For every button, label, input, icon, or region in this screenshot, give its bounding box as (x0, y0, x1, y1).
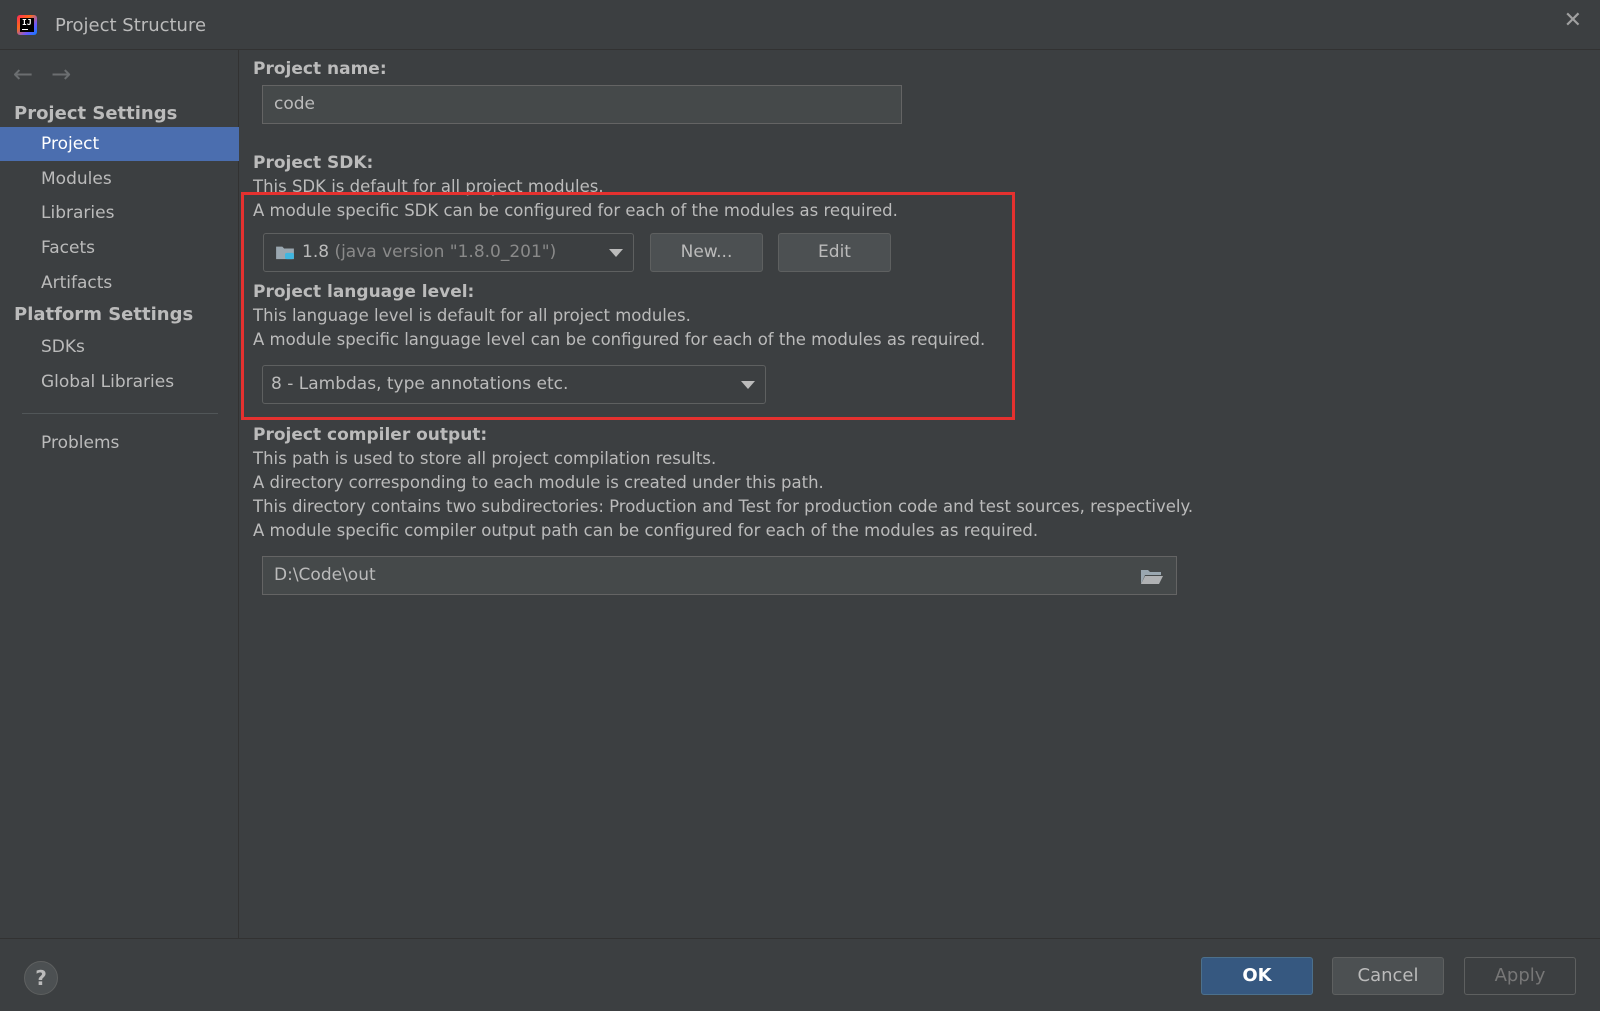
sidebar-item-global-libraries[interactable]: Global Libraries (0, 365, 239, 399)
help-icon[interactable]: ? (24, 961, 58, 995)
cancel-button[interactable]: Cancel (1332, 957, 1444, 995)
forward-arrow-icon[interactable]: → (51, 60, 71, 88)
compiler-output-desc-4: A module specific compiler output path c… (253, 521, 1039, 540)
footer-bar: ? OK Cancel Apply (0, 938, 1600, 1011)
compiler-output-desc-3: This directory contains two subdirectori… (253, 497, 1194, 516)
compiler-output-path-value: D:\Code\out (274, 565, 376, 585)
ok-button[interactable]: OK (1201, 957, 1313, 995)
apply-button[interactable]: Apply (1464, 957, 1576, 995)
window-title: Project Structure (55, 15, 207, 36)
sidebar-divider (22, 413, 218, 414)
sidebar-item-modules[interactable]: Modules (0, 162, 239, 196)
project-structure-dialog: IJ Project Structure ✕ ← → Project Setti… (0, 0, 1600, 1011)
project-sdk-label: Project SDK: (253, 153, 374, 173)
compiler-output-desc-2: A directory corresponding to each module… (253, 473, 824, 492)
title-bar: IJ Project Structure ✕ (0, 0, 1600, 50)
sidebar-item-artifacts[interactable]: Artifacts (0, 266, 239, 300)
sidebar-item-libraries[interactable]: Libraries (0, 196, 239, 230)
sidebar-item-project[interactable]: Project (0, 127, 239, 161)
platform-settings-header: Platform Settings (14, 304, 194, 325)
back-arrow-icon[interactable]: ← (13, 60, 33, 88)
sidebar-item-problems[interactable]: Problems (0, 426, 239, 460)
highlight-box (241, 192, 1015, 420)
compiler-output-path-input[interactable]: D:\Code\out (262, 556, 1177, 595)
compiler-output-label: Project compiler output: (253, 425, 488, 445)
project-name-input[interactable]: code (262, 85, 902, 124)
sidebar: ← → Project Settings Project Modules Lib… (0, 50, 239, 938)
nav-arrows: ← → (13, 60, 71, 88)
project-settings-header: Project Settings (14, 103, 178, 124)
close-icon[interactable]: ✕ (1564, 8, 1582, 33)
main-panel: Project name: code Project SDK: This SDK… (240, 50, 1600, 938)
compiler-output-desc-1: This path is used to store all project c… (253, 449, 717, 468)
sidebar-item-sdks[interactable]: SDKs (0, 330, 239, 364)
intellij-idea-icon: IJ (17, 15, 37, 35)
sidebar-item-facets[interactable]: Facets (0, 231, 239, 265)
project-name-label: Project name: (253, 59, 387, 79)
folder-browse-icon[interactable] (1140, 568, 1164, 585)
